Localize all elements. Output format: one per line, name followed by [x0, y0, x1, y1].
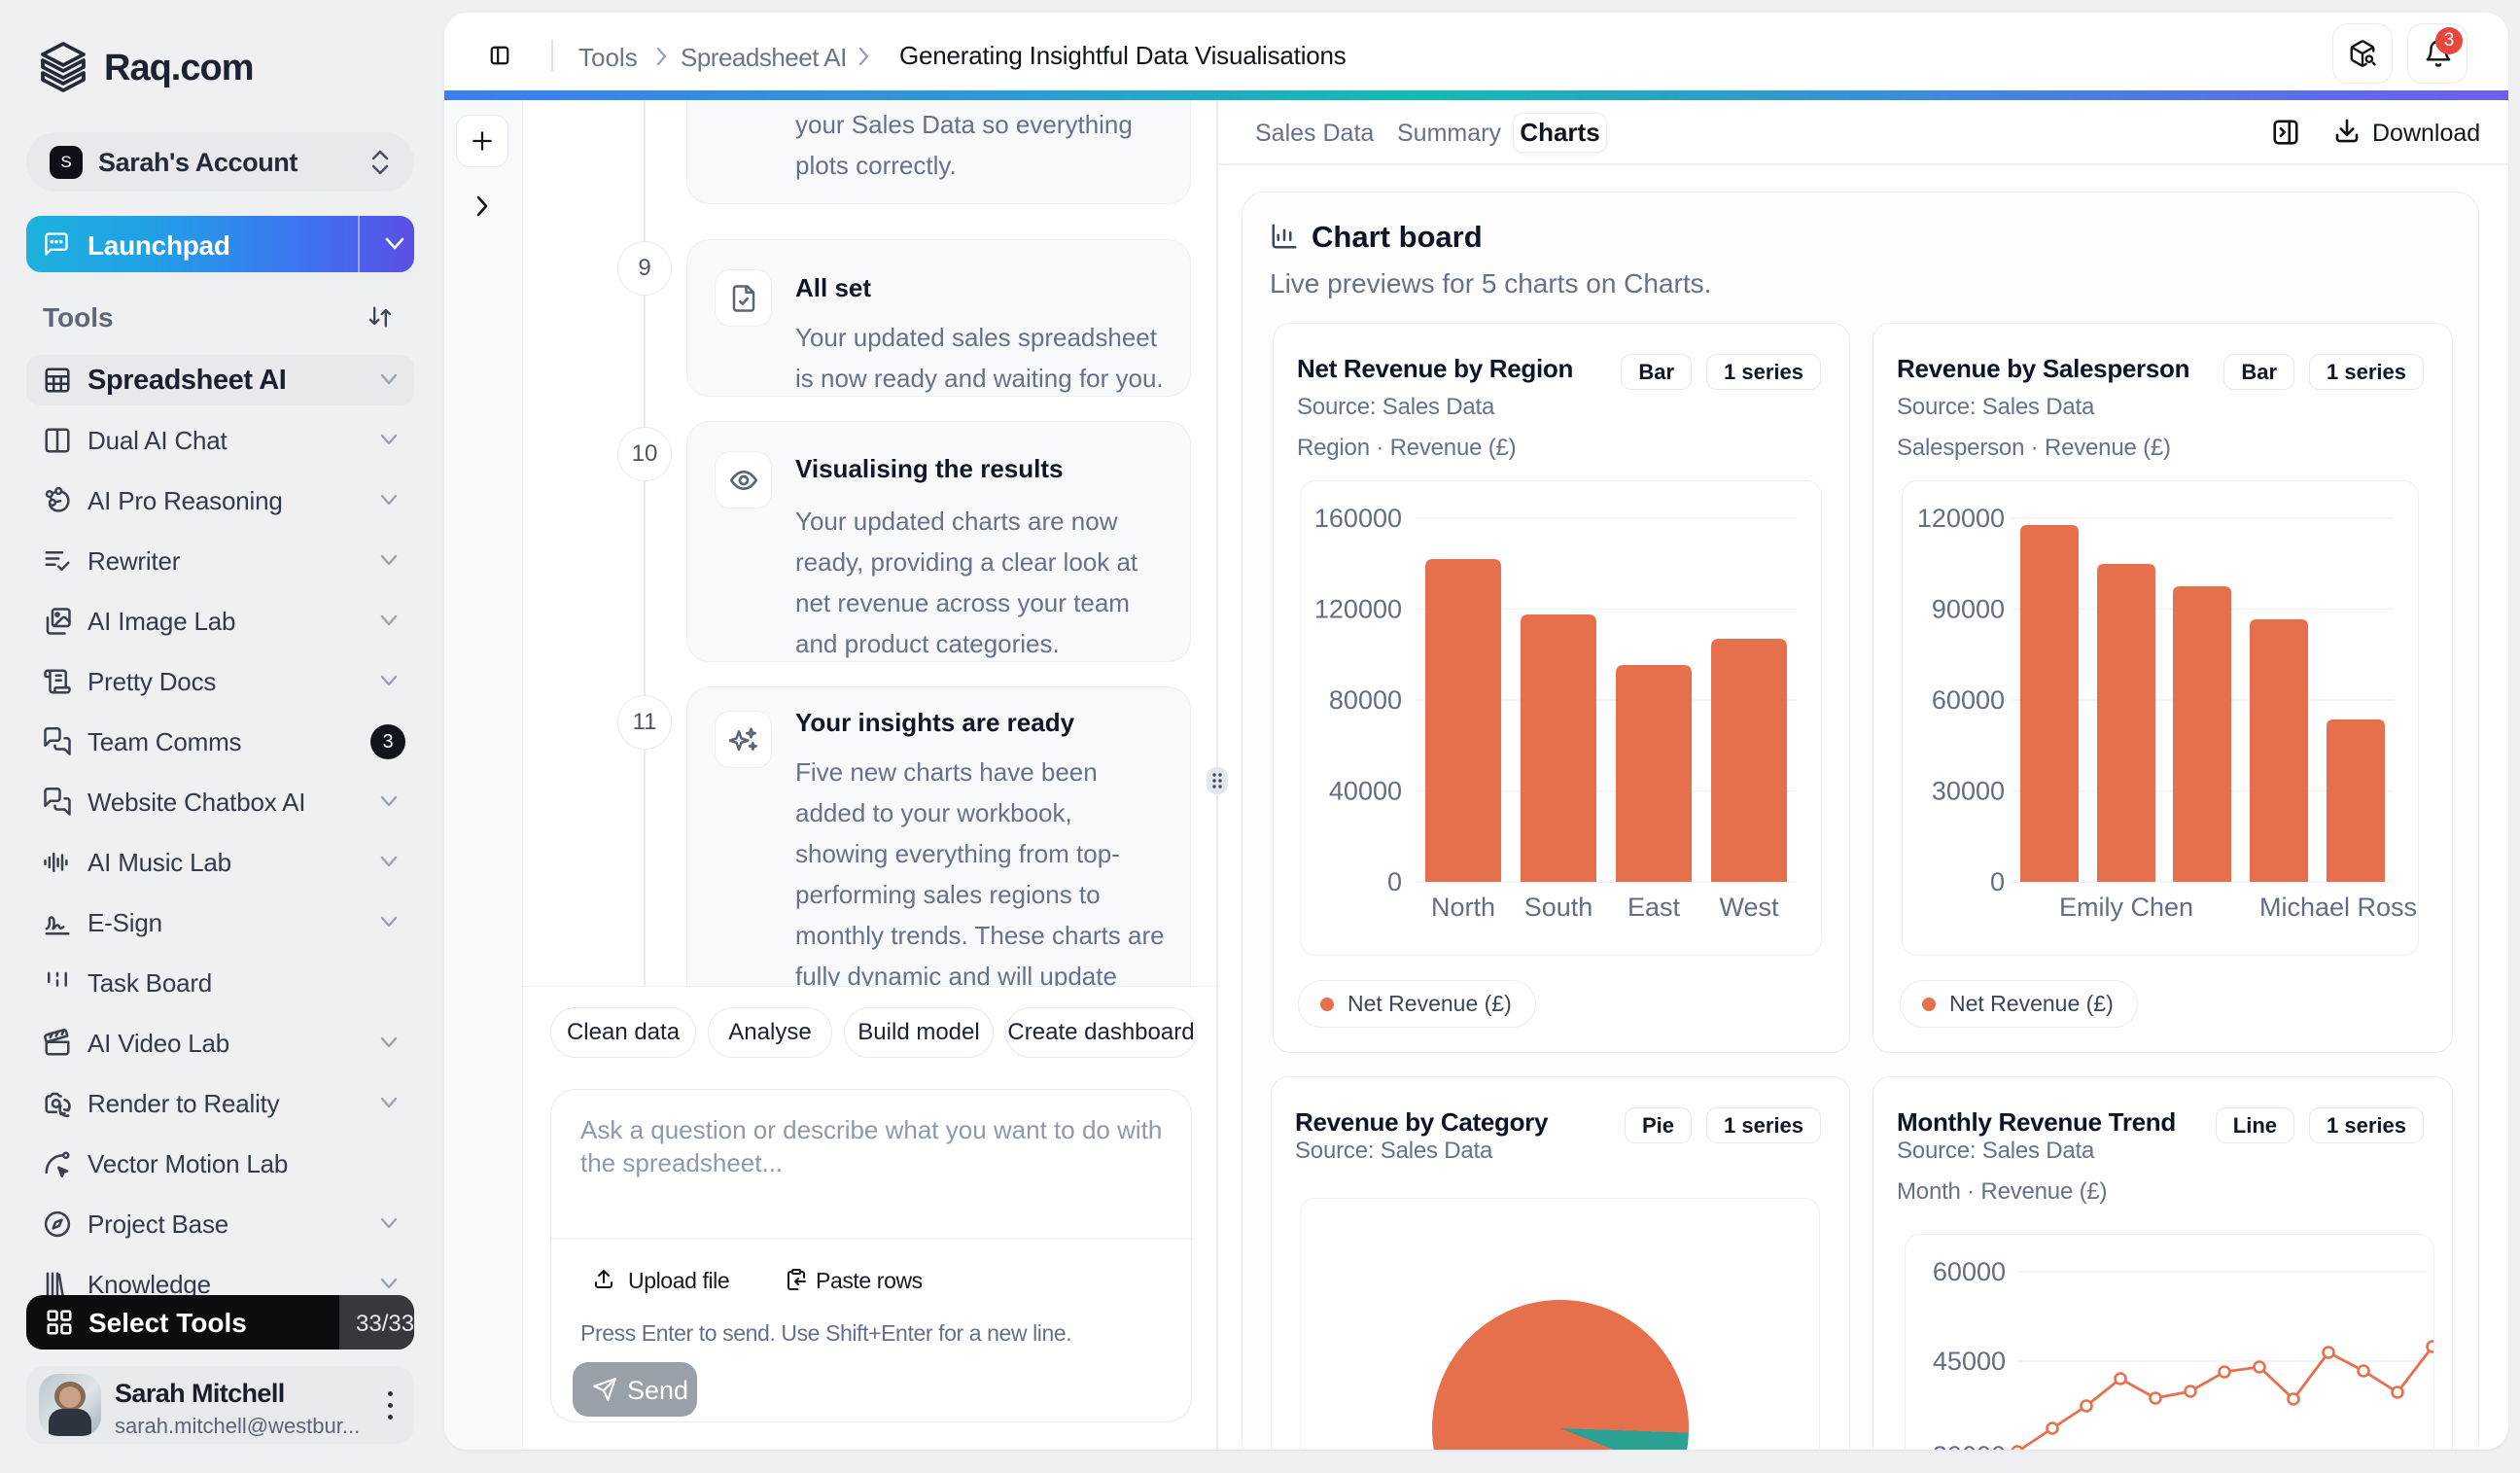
svg-text:North: North — [1431, 893, 1495, 922]
svg-text:0: 0 — [1990, 867, 2005, 896]
svg-text:60000: 60000 — [1932, 685, 2005, 715]
svg-text:0: 0 — [1387, 867, 1402, 896]
svg-text:East: East — [1628, 893, 1681, 922]
svg-text:90000: 90000 — [1932, 595, 2005, 624]
svg-text:160000: 160000 — [1314, 504, 1402, 533]
svg-text:45000: 45000 — [1933, 1347, 2006, 1376]
svg-text:Michael Ross: Michael Ross — [2259, 893, 2417, 922]
svg-text:60000: 60000 — [1933, 1257, 2006, 1286]
svg-text:West: West — [1719, 893, 1779, 922]
svg-text:South: South — [1524, 893, 1593, 922]
svg-text:120000: 120000 — [1917, 504, 2005, 533]
svg-text:120000: 120000 — [1314, 595, 1402, 624]
svg-text:30000: 30000 — [1932, 777, 2005, 806]
svg-text:40000: 40000 — [1329, 777, 1402, 806]
svg-text:Emily Chen: Emily Chen — [2059, 893, 2193, 922]
svg-text:80000: 80000 — [1329, 685, 1402, 715]
svg-text:30000: 30000 — [1933, 1441, 2006, 1450]
